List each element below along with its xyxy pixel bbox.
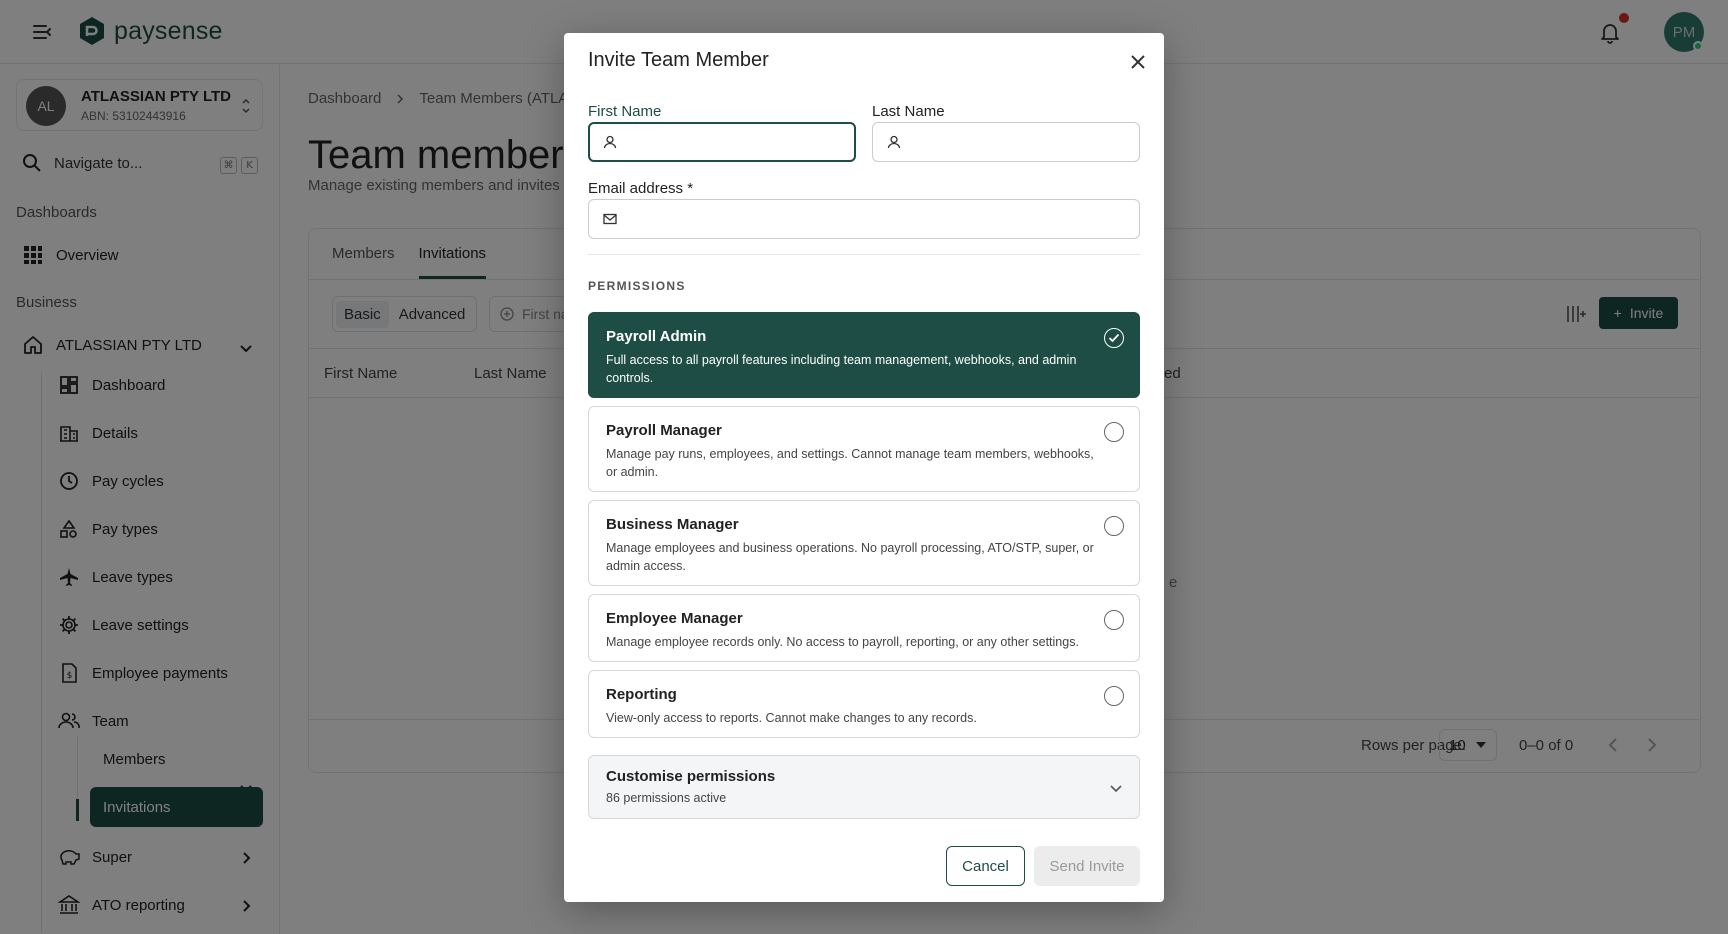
role-option-payroll-manager[interactable]: Payroll Manager Manage pay runs, employe… (588, 406, 1140, 492)
role-title: Payroll Admin (606, 328, 707, 345)
first-name-label: First Name (588, 103, 662, 120)
user-icon (603, 135, 617, 149)
first-name-field[interactable] (588, 122, 856, 162)
role-option-employee-manager[interactable]: Employee Manager Manage employee records… (588, 594, 1140, 662)
customise-permissions-accordion[interactable]: Customise permissions 86 permissions act… (588, 755, 1140, 819)
last-name-field[interactable] (872, 122, 1140, 162)
role-title: Payroll Manager (606, 422, 722, 439)
check-icon (1108, 333, 1120, 343)
first-name-input[interactable] (627, 133, 828, 151)
dialog-title: Invite Team Member (588, 49, 769, 71)
section-divider (588, 254, 1140, 255)
invite-team-member-dialog: Invite Team Member First Name Last Name … (564, 33, 1164, 902)
chevron-down-icon (1110, 785, 1122, 793)
send-invite-button[interactable]: Send Invite (1034, 846, 1140, 886)
role-description: Manage pay runs, employees, and settings… (606, 447, 1094, 479)
email-input[interactable] (627, 210, 1056, 228)
last-name-label: Last Name (872, 103, 945, 120)
role-radio[interactable] (1104, 422, 1124, 442)
customise-subtitle: 86 permissions active (606, 791, 727, 805)
role-radio[interactable] (1104, 516, 1124, 536)
close-icon[interactable] (1127, 51, 1149, 73)
role-description: Full access to all payroll features incl… (606, 353, 1077, 385)
customise-title: Customise permissions (606, 768, 776, 785)
email-field[interactable] (588, 199, 1140, 239)
last-name-input[interactable] (911, 133, 1113, 151)
role-title: Employee Manager (606, 610, 743, 627)
user-icon (887, 135, 901, 149)
role-description: Manage employees and business operations… (606, 541, 1094, 573)
role-option-business-manager[interactable]: Business Manager Manage employees and bu… (588, 500, 1140, 586)
email-label: Email address * (588, 180, 694, 197)
role-option-reporting[interactable]: Reporting View-only access to reports. C… (588, 670, 1140, 738)
cancel-button[interactable]: Cancel (946, 846, 1025, 886)
mail-icon (603, 213, 617, 225)
role-radio[interactable] (1104, 610, 1124, 630)
role-title: Business Manager (606, 516, 739, 533)
role-title: Reporting (606, 686, 677, 703)
role-option-payroll-admin[interactable]: Payroll Admin Full access to all payroll… (588, 312, 1140, 398)
role-description: Manage employee records only. No access … (606, 635, 1079, 649)
role-radio[interactable] (1104, 686, 1124, 706)
role-radio-checked[interactable] (1104, 328, 1124, 348)
permissions-heading: PERMISSIONS (588, 279, 686, 293)
role-description: View-only access to reports. Cannot make… (606, 711, 977, 725)
